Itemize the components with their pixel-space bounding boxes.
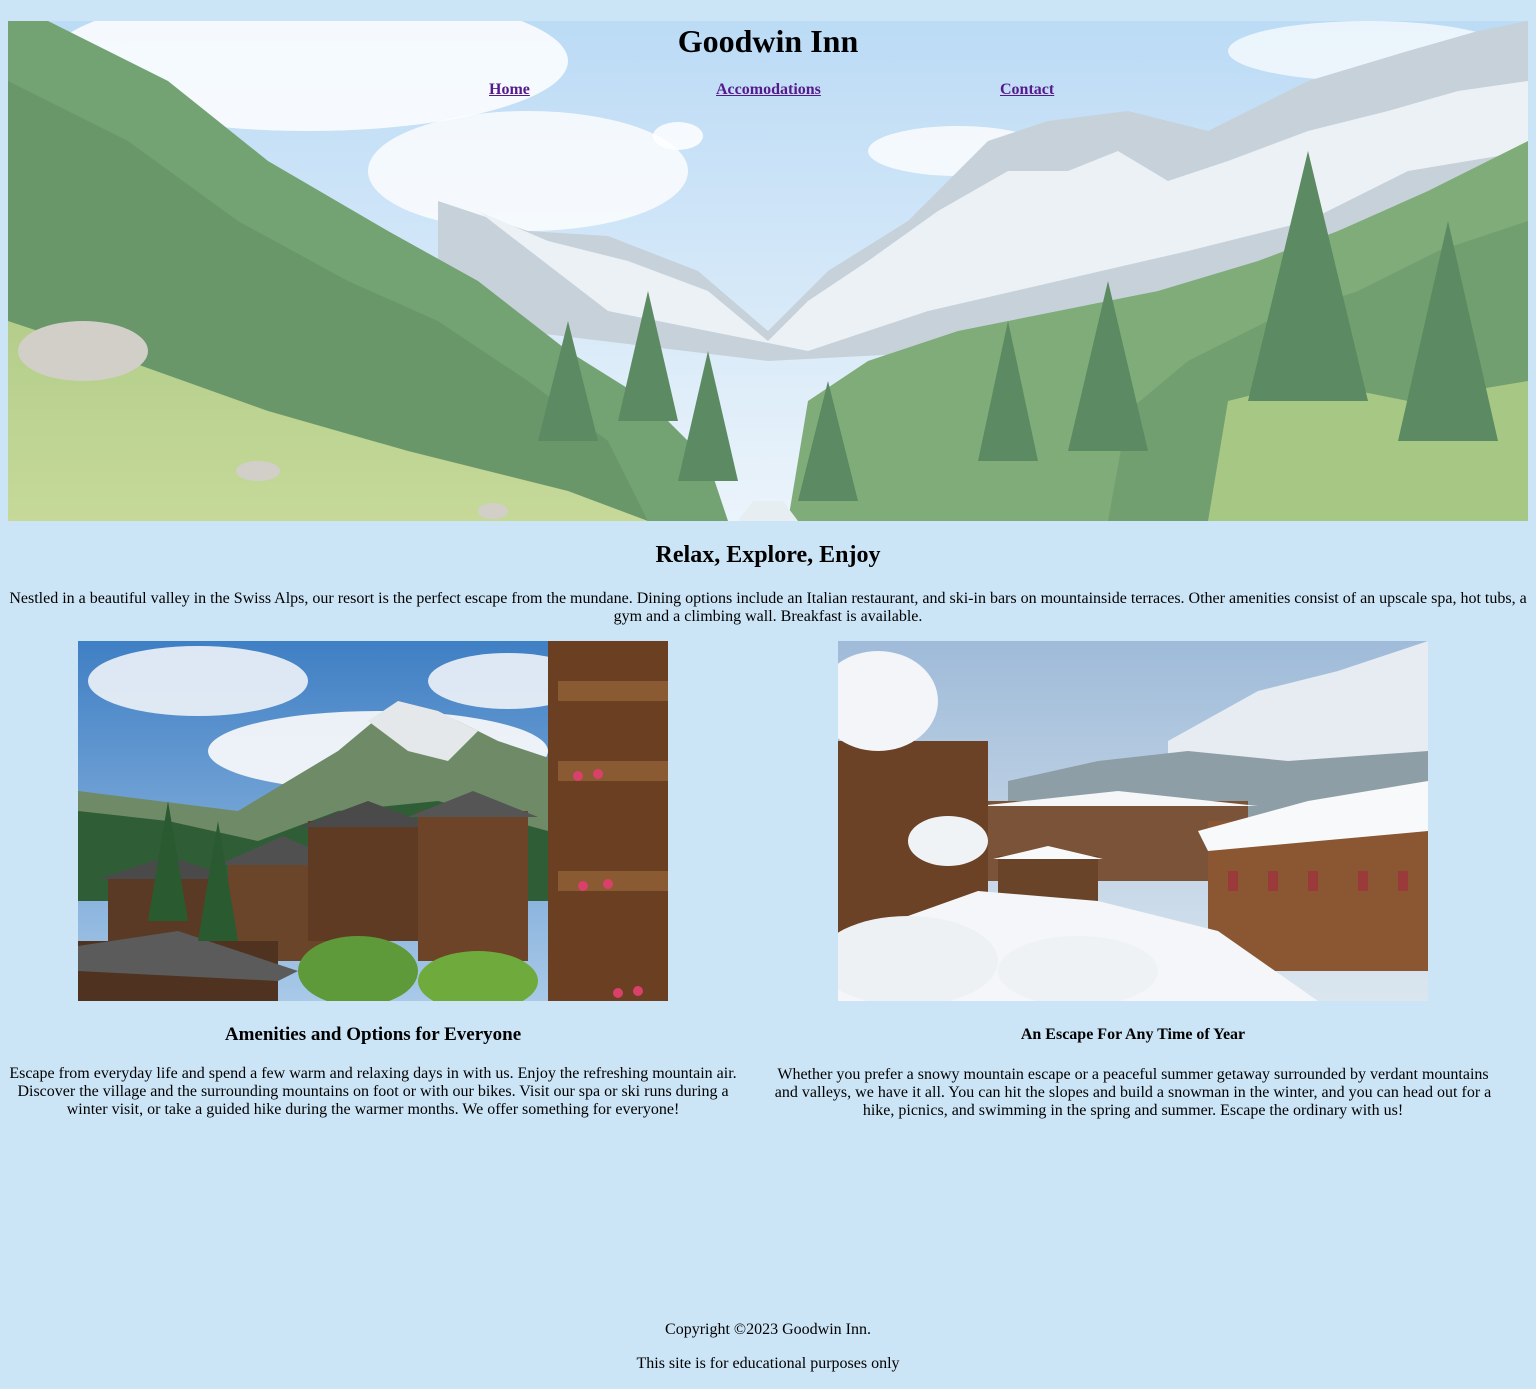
footer-note: This site is for educational purposes on… bbox=[636, 1355, 900, 1372]
summer-village-image bbox=[78, 641, 668, 1001]
nav-link-accomodations[interactable]: Accomodations bbox=[716, 80, 821, 100]
nav-link-contact[interactable]: Contact bbox=[1000, 80, 1054, 100]
winter-village-photo bbox=[838, 641, 1428, 1001]
intro-heading: Relax, Explore, Enjoy bbox=[655, 542, 881, 568]
nav-link-home[interactable]: Home bbox=[489, 80, 530, 100]
site-title: Goodwin Inn bbox=[677, 23, 859, 59]
escape-text: Whether you prefer a snowy mountain esca… bbox=[774, 1066, 1492, 1119]
amenities-heading: Amenities and Options for Everyone bbox=[224, 1024, 522, 1045]
hero-banner: Goodwin Inn Home Accomodations Contact bbox=[8, 21, 1528, 521]
winter-village-image bbox=[838, 641, 1428, 1001]
amenities-text: Escape from everyday life and spend a fe… bbox=[9, 1065, 737, 1118]
footer-copyright: Copyright ©2023 Goodwin Inn. bbox=[665, 1321, 871, 1338]
escape-heading: An Escape For Any Time of Year bbox=[1020, 1026, 1246, 1043]
main-nav: Home Accomodations Contact bbox=[8, 80, 1528, 102]
intro-text: Nestled in a beautiful valley in the Swi… bbox=[9, 590, 1527, 625]
summer-village-photo bbox=[78, 641, 668, 1001]
